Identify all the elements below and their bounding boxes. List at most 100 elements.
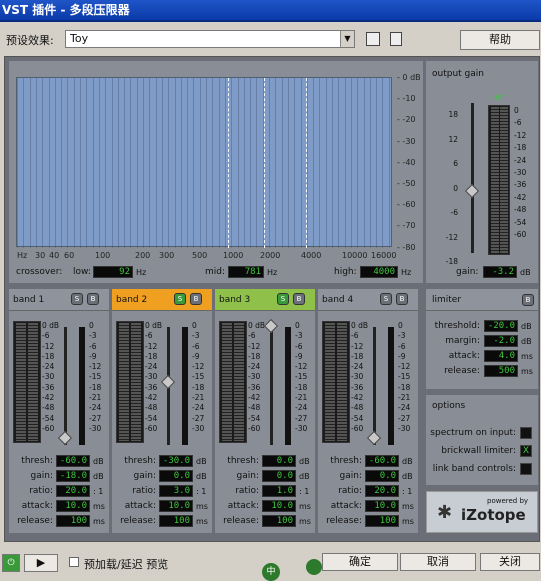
output-meter-scale: 0 -6 -12 -18 -24 -30 -36 -42 -48 -54 -60 bbox=[514, 105, 526, 241]
grid-line bbox=[105, 78, 107, 248]
grid-line bbox=[224, 78, 226, 248]
band-ratio-field[interactable]: 20.0 bbox=[365, 485, 399, 497]
brickwall-checkbox[interactable]: X bbox=[520, 445, 532, 457]
band-gain-field[interactable]: 0.0 bbox=[365, 470, 399, 482]
gr-tick-label: -30 bbox=[398, 423, 411, 433]
gr-tick-label: -27 bbox=[192, 413, 205, 423]
band-solo-button[interactable]: S bbox=[174, 293, 186, 305]
meter-tick-label: -12 bbox=[248, 341, 261, 351]
db-tick-label: - -70 bbox=[397, 221, 416, 231]
band-release-field[interactable]: 100 bbox=[262, 515, 296, 527]
output-fader-track[interactable] bbox=[471, 103, 474, 253]
band-ratio-field[interactable]: 20.0 bbox=[56, 485, 90, 497]
band-panel: band 2SB0 dB -6 -12 -18 -24 -30 -36 -42 -48 -54 -6… bbox=[112, 289, 212, 533]
band-release-field[interactable]: 100 bbox=[56, 515, 90, 527]
trash-icon[interactable] bbox=[390, 32, 402, 46]
band-solo-button[interactable]: S bbox=[71, 293, 83, 305]
band-header[interactable]: band 2 SB bbox=[112, 289, 212, 311]
band-release-field[interactable]: 100 bbox=[159, 515, 193, 527]
threshold-slider-handle[interactable] bbox=[57, 430, 73, 446]
gr-tick-label: -21 bbox=[192, 393, 205, 403]
band-thresh-field[interactable]: 0.0 bbox=[262, 455, 296, 467]
band-attack-field[interactable]: 10.0 bbox=[365, 500, 399, 512]
threshold-slider-track[interactable] bbox=[64, 327, 67, 445]
gr-tick-label: 0 bbox=[398, 321, 403, 330]
band-ratio-field[interactable]: 1.0 bbox=[262, 485, 296, 497]
band-thresh-field[interactable]: -60.0 bbox=[56, 455, 90, 467]
limiter-attack-field[interactable]: 4.0 bbox=[484, 350, 518, 362]
band-attack-field[interactable]: 10.0 bbox=[262, 500, 296, 512]
band-bypass-button[interactable]: B bbox=[190, 293, 202, 305]
crossover-marker[interactable] bbox=[228, 78, 229, 248]
limiter-release-unit: ms bbox=[521, 367, 533, 376]
band-bypass-button[interactable]: B bbox=[396, 293, 408, 305]
band-attack-field[interactable]: 10.0 bbox=[159, 500, 193, 512]
band-thresh-unit: dB bbox=[299, 457, 310, 466]
spectrum-input-checkbox[interactable] bbox=[520, 427, 532, 439]
band-ratio-field[interactable]: 3.0 bbox=[159, 485, 193, 497]
band-bypass-button[interactable]: B bbox=[87, 293, 99, 305]
limiter-release-field[interactable]: 500 bbox=[484, 365, 518, 377]
band-header[interactable]: band 1 SB bbox=[9, 289, 109, 311]
moon-icon[interactable] bbox=[306, 559, 322, 575]
close-button[interactable]: 关闭 bbox=[480, 553, 540, 571]
preset-select[interactable]: Toy ▼ bbox=[65, 30, 355, 48]
low-crossover-field[interactable]: 92 bbox=[93, 266, 133, 278]
gain-reduction-scale: 0 -3 -6 -9 -12 -15 -18 -21 -24 -27 -30 bbox=[89, 321, 101, 434]
link-bands-checkbox[interactable] bbox=[520, 463, 532, 475]
help-button[interactable]: 帮助 bbox=[460, 30, 540, 50]
limiter-margin-field[interactable]: -2.0 bbox=[484, 335, 518, 347]
band-thresh-unit: dB bbox=[93, 457, 104, 466]
output-fader-handle[interactable] bbox=[464, 184, 480, 199]
preload-checkbox[interactable] bbox=[69, 557, 79, 567]
grid-line bbox=[136, 78, 138, 248]
grid-line bbox=[174, 78, 176, 248]
limiter-margin-label: margin: bbox=[445, 336, 480, 346]
limiter-bypass-button[interactable]: B bbox=[522, 294, 534, 306]
fader-tick-label: 0 bbox=[453, 183, 458, 193]
band-bypass-button[interactable]: B bbox=[293, 293, 305, 305]
high-label: high: bbox=[334, 267, 357, 277]
output-gain-field[interactable]: -3.2 bbox=[483, 266, 517, 278]
band-thresh-field[interactable]: -60.0 bbox=[365, 455, 399, 467]
meter-tick-label: -36 bbox=[42, 382, 55, 392]
band-attack-field[interactable]: 10.0 bbox=[56, 500, 90, 512]
band-gain-field[interactable]: -18.0 bbox=[56, 470, 90, 482]
play-icon[interactable]: ▶ bbox=[24, 554, 58, 572]
band-release-field[interactable]: 100 bbox=[365, 515, 399, 527]
crossover-marker[interactable] bbox=[264, 78, 265, 248]
low-label: low: bbox=[73, 267, 91, 277]
grid-line bbox=[206, 78, 207, 248]
meter-tick-label: -18 bbox=[514, 143, 527, 153]
threshold-slider-track[interactable] bbox=[270, 327, 273, 445]
high-crossover-field[interactable]: 4000 bbox=[360, 266, 398, 278]
band-gain-field[interactable]: 0.0 bbox=[262, 470, 296, 482]
ime-indicator[interactable]: 中 bbox=[262, 563, 280, 581]
band-ratio-label: ratio: bbox=[29, 486, 53, 496]
izotope-mark-icon: ✱ bbox=[437, 502, 453, 523]
save-icon[interactable] bbox=[366, 32, 380, 46]
cancel-button[interactable]: 取消 bbox=[400, 553, 476, 571]
band-gain-field[interactable]: 0.0 bbox=[159, 470, 193, 482]
threshold-slider-handle[interactable] bbox=[366, 430, 382, 446]
threshold-slider-handle[interactable] bbox=[263, 318, 279, 334]
band-solo-button[interactable]: S bbox=[277, 293, 289, 305]
meter-tick-label: -18 bbox=[42, 351, 55, 361]
band-thresh-field[interactable]: -30.0 bbox=[159, 455, 193, 467]
spectrum-graph[interactable] bbox=[16, 77, 392, 248]
mid-crossover-field[interactable]: 781 bbox=[228, 266, 264, 278]
band-thresh-label: thresh: bbox=[124, 456, 156, 466]
meter-tick-label: -36 bbox=[351, 382, 364, 392]
meter-tick-label: -48 bbox=[351, 403, 364, 413]
band-header[interactable]: band 3 SB bbox=[215, 289, 315, 311]
threshold-slider-track[interactable] bbox=[373, 327, 376, 445]
ok-button[interactable]: 确定 bbox=[322, 553, 398, 571]
chevron-down-icon[interactable]: ▼ bbox=[340, 31, 354, 47]
limiter-threshold-field[interactable]: -20.0 bbox=[484, 320, 518, 332]
crossover-marker[interactable] bbox=[306, 78, 307, 248]
band-header[interactable]: band 4 SB bbox=[318, 289, 418, 311]
limiter-panel: limiter B threshold: -20.0 dB margin: -2… bbox=[426, 289, 538, 389]
threshold-slider-handle[interactable] bbox=[160, 374, 176, 390]
band-solo-button[interactable]: S bbox=[380, 293, 392, 305]
power-icon[interactable]: ⏻ bbox=[2, 554, 20, 572]
